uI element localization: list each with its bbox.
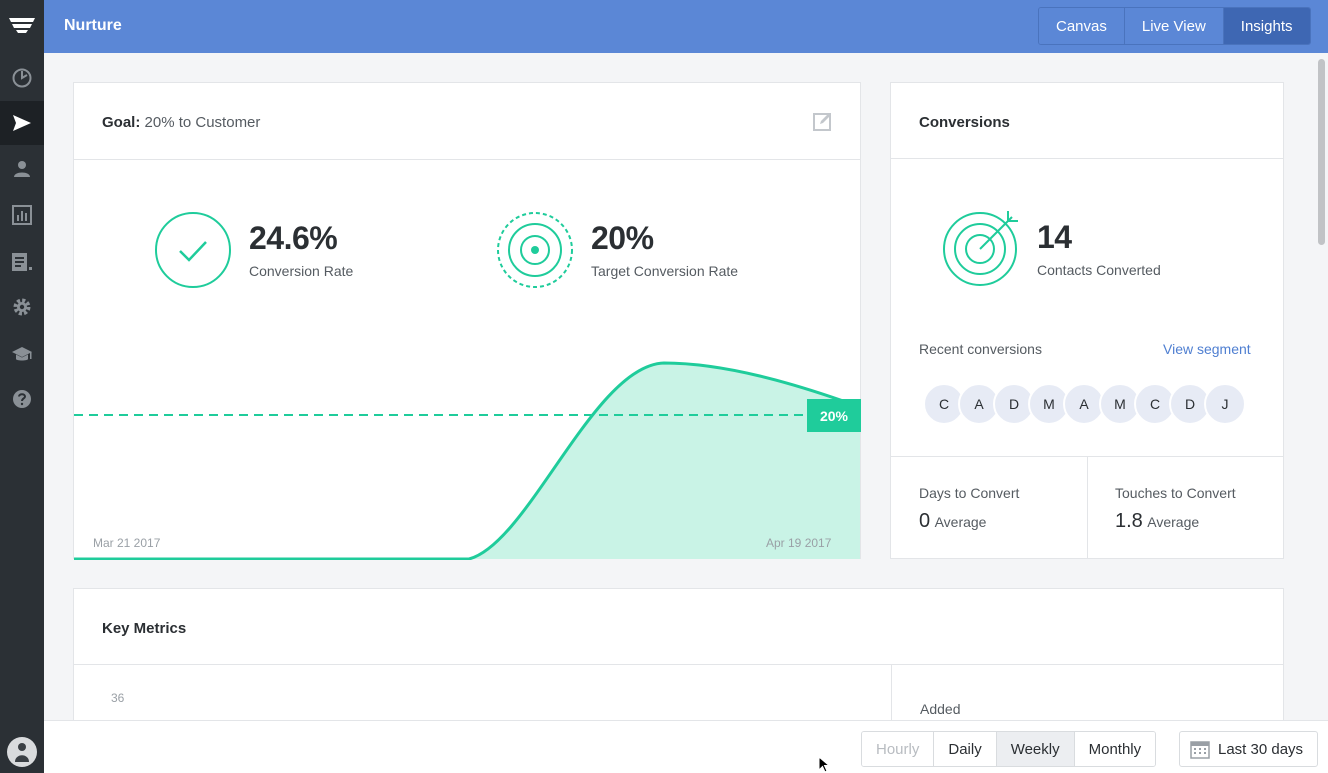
scrollbar-thumb[interactable] — [1318, 59, 1325, 245]
sidebar-item-nurture[interactable] — [0, 101, 44, 145]
divider — [891, 665, 892, 720]
dashboard-icon — [12, 68, 32, 88]
added-label: Added — [920, 701, 961, 717]
date-range-label: Last 30 days — [1218, 740, 1304, 758]
avatar[interactable]: J — [1204, 383, 1246, 425]
sidebar-item-settings[interactable] — [0, 285, 44, 329]
user-avatar-icon — [15, 743, 29, 762]
contacts-converted-value: 14 — [1037, 219, 1072, 255]
view-tabs: Canvas Live View Insights — [1038, 7, 1311, 45]
touches-to-convert: 1.8 Average — [1115, 510, 1199, 533]
send-icon — [13, 115, 31, 131]
chart-end-date: Apr 19 2017 — [766, 536, 832, 550]
touches-to-convert-label: Touches to Convert — [1115, 485, 1236, 501]
goal-title: Goal: 20% to Customer — [102, 114, 260, 131]
graduation-cap-icon — [12, 347, 32, 361]
sidebar-item-reports[interactable] — [0, 193, 44, 237]
days-to-convert-label: Days to Convert — [919, 485, 1020, 501]
days-to-convert: 0 Average — [919, 510, 986, 533]
granularity-monthly[interactable]: Monthly — [1074, 732, 1156, 766]
target-icon — [497, 212, 573, 288]
touches-to-convert-unit: Average — [1147, 514, 1200, 530]
mouse-cursor-icon — [818, 756, 831, 773]
key-metrics-header: Key Metrics — [74, 589, 1283, 665]
goal-value: 20% to Customer — [144, 114, 261, 131]
user-avatar[interactable] — [7, 737, 37, 767]
lists-icon — [12, 253, 32, 271]
conversion-chart — [74, 361, 861, 560]
sidebar-item-academy[interactable] — [0, 333, 44, 377]
edit-icon[interactable] — [813, 111, 833, 131]
sidebar-item-help[interactable] — [0, 377, 44, 421]
key-metrics-card: Key Metrics 36 Added — [73, 588, 1284, 720]
calendar-icon — [1190, 741, 1210, 759]
key-metrics-title: Key Metrics — [102, 620, 187, 637]
target-rate-value: 20% — [591, 220, 654, 256]
tab-insights[interactable]: Insights — [1223, 8, 1310, 44]
conversions-card-header: Conversions — [891, 83, 1283, 159]
tab-live-view[interactable]: Live View — [1124, 8, 1224, 44]
conversions-card: Conversions 14 Contacts Converted Recent… — [890, 82, 1284, 559]
page-title: Nurture — [64, 17, 122, 34]
touches-to-convert-value: 1.8 — [1115, 510, 1143, 532]
days-to-convert-value: 0 — [919, 510, 931, 532]
date-range-button[interactable]: Last 30 days — [1179, 731, 1319, 767]
goal-card-header: Goal: 20% to Customer — [74, 83, 860, 160]
contacts-converted-label: Contacts Converted — [1037, 262, 1161, 278]
sidebar-item-dashboard[interactable] — [0, 56, 44, 100]
scrollbar[interactable] — [1314, 53, 1328, 720]
granularity-hourly[interactable]: Hourly — [862, 732, 935, 766]
top-header: Nurture Canvas Live View Insights — [44, 0, 1328, 53]
conversion-area — [74, 363, 860, 559]
granularity-daily[interactable]: Daily — [934, 732, 997, 766]
recent-conversions-label: Recent conversions — [919, 341, 1042, 357]
bullseye-icon — [943, 211, 1018, 286]
help-icon — [13, 390, 31, 408]
chart-start-date: Mar 21 2017 — [93, 536, 161, 550]
days-to-convert-unit: Average — [934, 514, 987, 530]
sidebar-item-lists[interactable] — [0, 240, 44, 284]
main-content: Goal: 20% to Customer 24.6% Conversion R… — [44, 53, 1314, 720]
conversion-rate-value: 24.6% — [249, 220, 338, 256]
view-segment-link[interactable]: View segment — [1163, 341, 1251, 357]
conversion-rate-label: Conversion Rate — [249, 263, 354, 279]
sidebar — [0, 0, 44, 773]
reports-icon — [12, 205, 32, 225]
goal-label: Goal: — [102, 114, 141, 131]
target-badge: 20% — [819, 407, 849, 424]
conversions-title: Conversions — [919, 114, 1010, 131]
check-circle-icon — [155, 212, 231, 288]
divider — [1087, 457, 1088, 558]
contacts-icon — [14, 161, 30, 177]
logo-icon[interactable] — [0, 0, 44, 50]
y-axis-tick: 36 — [111, 691, 125, 705]
sidebar-item-contacts[interactable] — [0, 147, 44, 191]
granularity-selector: Hourly Daily Weekly Monthly — [861, 731, 1157, 767]
tab-canvas[interactable]: Canvas — [1039, 8, 1125, 44]
bottom-toolbar: Hourly Daily Weekly Monthly Last 30 days — [44, 720, 1328, 773]
goal-card: Goal: 20% to Customer 24.6% Conversion R… — [73, 82, 861, 560]
gear-icon — [13, 298, 31, 316]
granularity-weekly[interactable]: Weekly — [996, 732, 1075, 766]
target-rate-label: Target Conversion Rate — [591, 263, 739, 279]
